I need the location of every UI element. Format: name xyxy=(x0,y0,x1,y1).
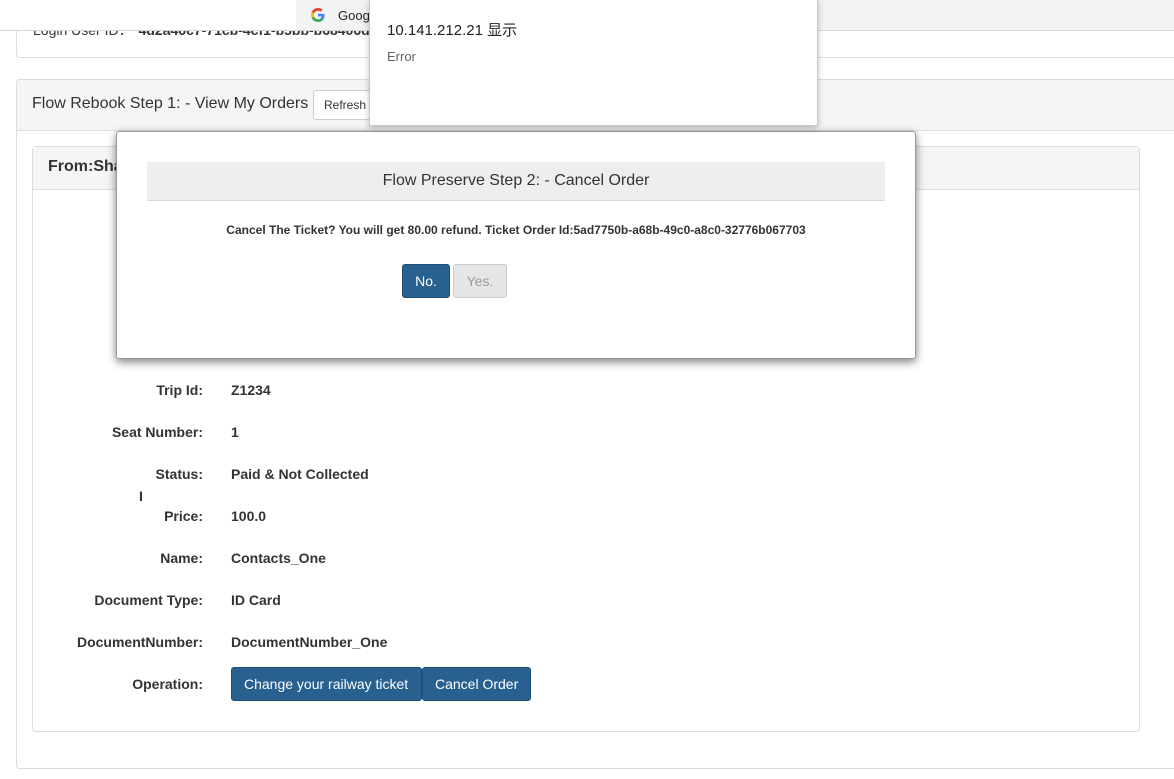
detail-row-name: Name: Contacts_One xyxy=(33,550,1139,570)
detail-row-trip-id: Trip Id: Z1234 xyxy=(33,382,1139,402)
detail-row-document-type: Document Type: ID Card xyxy=(33,592,1139,612)
bookmark-blank-area xyxy=(0,0,296,30)
alert-message: Error xyxy=(387,49,416,64)
bookmark-google[interactable]: Googl xyxy=(300,0,373,30)
yes-button[interactable]: Yes. xyxy=(453,264,507,298)
modal-message: Cancel The Ticket? You will get 80.00 re… xyxy=(226,223,806,237)
trip-id-label: Trip Id: xyxy=(156,382,203,398)
seat-number-label: Seat Number: xyxy=(111,424,203,440)
operation-label: Operation: xyxy=(132,676,203,692)
name-value: Contacts_One xyxy=(231,550,326,566)
name-label: Name: xyxy=(160,550,203,566)
trip-id-value: Z1234 xyxy=(231,382,271,398)
detail-row-status: Status: Paid & Not Collected xyxy=(33,466,1139,486)
detail-row-document-number: DocumentNumber: DocumentNumber_One xyxy=(33,634,1139,654)
alert-title: 10.141.212.21 显示 xyxy=(387,22,518,39)
detail-row-operation: Operation: xyxy=(33,676,1139,696)
price-label: Price: xyxy=(164,508,203,524)
cancel-order-modal: Flow Preserve Step 2: - Cancel Order Can… xyxy=(116,131,916,359)
price-value: 100.0 xyxy=(231,508,267,524)
hidden-field-label-fragment: I xyxy=(139,488,143,504)
modal-title: Flow Preserve Step 2: - Cancel Order xyxy=(147,162,885,201)
status-label: Status: xyxy=(155,466,203,482)
page-title: Flow Rebook Step 1: - View My Orders xyxy=(32,95,309,112)
bookmark-google-label: Googl xyxy=(338,7,373,23)
detail-row-price: Price: 100.0 xyxy=(33,508,1139,528)
detail-row-seat-number: Seat Number: 1 xyxy=(33,424,1139,444)
document-number-value: DocumentNumber_One xyxy=(231,634,388,650)
google-logo-icon xyxy=(310,7,326,23)
order-from-label: From:Sha xyxy=(48,158,123,175)
status-value: Paid & Not Collected xyxy=(231,466,369,482)
seat-number-value: 1 xyxy=(231,424,239,440)
document-number-label: DocumentNumber: xyxy=(76,634,203,650)
document-type-label: Document Type: xyxy=(94,592,203,608)
document-type-value: ID Card xyxy=(231,592,281,608)
change-ticket-button[interactable]: Change your railway ticket xyxy=(231,667,422,701)
no-button[interactable]: No. xyxy=(402,264,450,298)
cancel-order-button[interactable]: Cancel Order xyxy=(422,667,531,701)
browser-alert-dialog: 10.141.212.21 显示 Error xyxy=(369,0,818,126)
